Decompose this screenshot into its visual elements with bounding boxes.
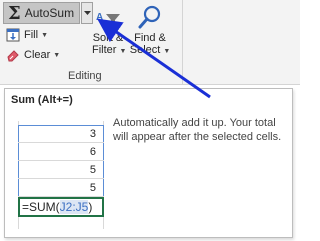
sigma-icon: Σ	[8, 2, 21, 24]
formula-cell: =SUM(J2:J5)	[18, 197, 104, 217]
formula-suffix: )	[88, 200, 93, 214]
caret-down-icon: ▼	[53, 51, 61, 59]
autosum-button[interactable]: Σ AutoSum	[3, 2, 80, 24]
cell-value: 5	[18, 179, 104, 197]
fill-down-icon	[6, 28, 20, 42]
find-select-button[interactable]: Find & Select ▼	[128, 4, 172, 58]
svg-text:A: A	[96, 12, 103, 23]
autosum-tooltip: Sum (Alt+=) Automatically add it up. You…	[4, 88, 293, 238]
caret-down-icon	[83, 11, 91, 15]
cell-value: 3	[18, 125, 104, 143]
find-select-label-1: Find &	[134, 32, 166, 44]
fill-button[interactable]: Fill ▼	[6, 28, 48, 42]
cell-value: 5	[18, 161, 104, 179]
find-select-label-2: Select ▼	[129, 44, 171, 56]
fill-label: Fill	[24, 29, 39, 41]
eraser-icon	[7, 50, 19, 62]
sort-filter-label-1: Sort &	[92, 32, 124, 44]
tooltip-title: Sum (Alt+=)	[11, 94, 73, 106]
group-label-editing: Editing	[68, 70, 102, 82]
sort-filter-label-2: Filter ▼	[92, 44, 127, 56]
group-separator	[182, 0, 183, 84]
clear-label: Clear	[24, 49, 51, 61]
magnifier-icon	[138, 5, 161, 29]
clear-button[interactable]: Clear ▼	[6, 48, 60, 62]
formula-prefix: =SUM(	[22, 200, 60, 214]
caret-down-icon: ▼	[41, 31, 48, 39]
formula-range-ref: J2:J5	[59, 200, 89, 214]
autosum-label: AutoSum	[24, 6, 75, 20]
ribbon-editing-group: Σ AutoSum Fill ▼ Clear ▼ A Sort & Filter…	[0, 0, 300, 85]
sort-filter-icon: A	[96, 12, 120, 28]
example-spreadsheet: 3 6 5 5 =SUM(J2:J5)	[18, 121, 104, 229]
sort-filter-button[interactable]: A Sort & Filter ▼	[92, 8, 127, 58]
tooltip-description: Automatically add it up. Your total will…	[113, 117, 282, 143]
cell-value: 6	[18, 143, 104, 161]
